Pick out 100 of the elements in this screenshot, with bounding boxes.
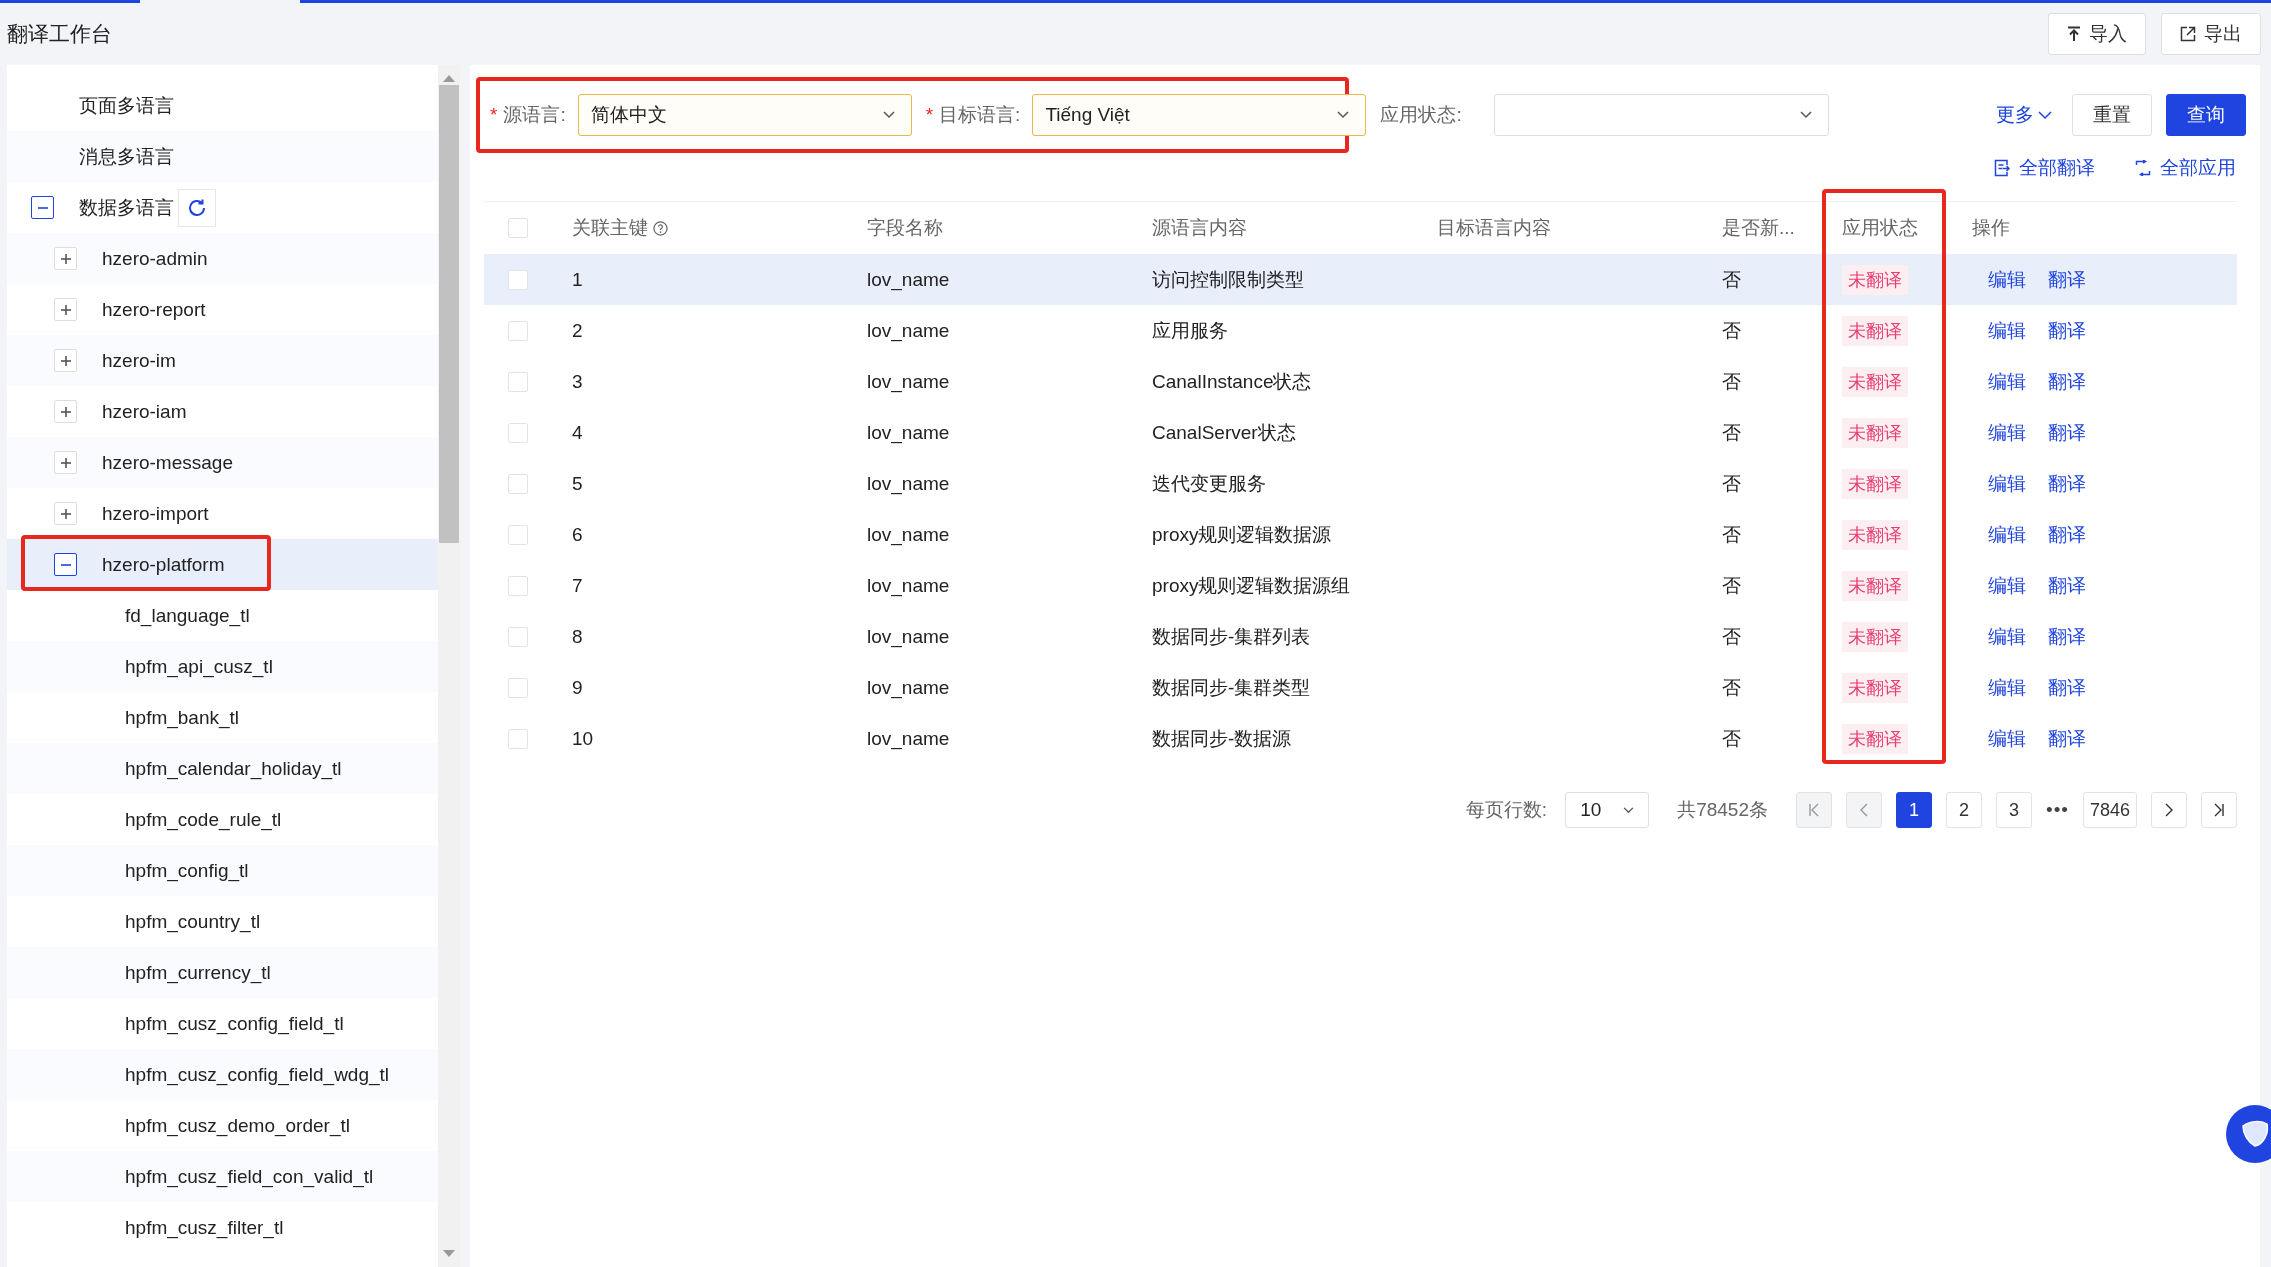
dropdown-field[interactable] (1493, 94, 1829, 136)
refresh-icon[interactable] (178, 188, 216, 227)
last-page-button[interactable] (2201, 792, 2237, 828)
tree-item[interactable]: hpfm_config_tl (7, 845, 438, 896)
required-mark: * (490, 104, 498, 126)
tree-item[interactable]: hpfm_currency_tl (7, 947, 438, 998)
row-action-link[interactable]: 翻译 (2048, 674, 2086, 701)
tree-item[interactable]: hpfm_country_tl (7, 896, 438, 947)
tree-item[interactable]: hzero-iam (7, 386, 438, 437)
tree-item[interactable]: hzero-report (7, 284, 438, 335)
row-action-link[interactable]: 翻译 (2048, 470, 2086, 497)
tree-item[interactable]: hpfm_cusz_config_field_tl (7, 998, 438, 1049)
tree-item[interactable]: 页面多语言 (7, 80, 438, 131)
table-row[interactable]: 1 lov_name 访问控制限制类型 否 未翻译 编辑 翻译 (484, 254, 2237, 305)
page-button[interactable]: 3 (1996, 792, 2032, 828)
collapse-icon[interactable] (31, 196, 54, 219)
row-checkbox[interactable] (508, 575, 528, 596)
row-checkbox[interactable] (508, 269, 528, 290)
table-cell: 9 (572, 676, 583, 699)
row-action-link[interactable]: 编辑 (1988, 266, 2026, 293)
row-action-link[interactable]: 编辑 (1988, 725, 2026, 752)
row-checkbox[interactable] (508, 422, 528, 443)
table-row[interactable]: 10 lov_name 数据同步-数据源 否 未翻译 编辑 翻译 (484, 713, 2237, 764)
export-button[interactable]: 导出 (2161, 13, 2261, 55)
table-row[interactable]: 8 lov_name 数据同步-集群列表 否 未翻译 编辑 翻译 (484, 611, 2237, 662)
row-action-link[interactable]: 编辑 (1988, 419, 2026, 446)
tree-item[interactable]: hpfm_bank_tl (7, 692, 438, 743)
row-checkbox[interactable] (508, 320, 528, 341)
table-row[interactable]: 2 lov_name 应用服务 否 未翻译 编辑 翻译 (484, 305, 2237, 356)
tree-item[interactable]: hzero-admin (7, 233, 438, 284)
page-button[interactable]: 7846 (2082, 792, 2137, 828)
table-row[interactable]: 6 lov_name proxy规则逻辑数据源 否 未翻译 编辑 翻译 (484, 509, 2237, 560)
table-row[interactable]: 5 lov_name 迭代变更服务 否 未翻译 编辑 翻译 (484, 458, 2237, 509)
query-button[interactable]: 查询 (2166, 94, 2246, 136)
table-row[interactable]: 4 lov_name CanalServer状态 否 未翻译 编辑 翻译 (484, 407, 2237, 458)
more-button[interactable]: 更多 (1990, 102, 2058, 128)
row-action-link[interactable]: 编辑 (1988, 623, 2026, 650)
tree-item[interactable]: hpfm_cusz_demo_order_tl (7, 1100, 438, 1151)
tree-item[interactable]: hpfm_calendar_holiday_tl (7, 743, 438, 794)
row-action-link[interactable]: 编辑 (1988, 368, 2026, 395)
row-action-link[interactable]: 编辑 (1988, 572, 2026, 599)
table-row[interactable]: 3 lov_name CanalInstance状态 否 未翻译 编辑 翻译 (484, 356, 2237, 407)
apply-all-button[interactable]: 全部应用 (2135, 155, 2236, 181)
tree-item[interactable]: 消息多语言 (7, 131, 438, 182)
row-action-link[interactable]: 翻译 (2048, 419, 2086, 446)
dropdown-field[interactable]: Tiếng Việt (1032, 94, 1367, 136)
page-ellipsis[interactable]: ••• (2046, 799, 2069, 821)
expand-icon[interactable] (54, 247, 77, 270)
tree-item[interactable]: hpfm_api_cusz_tl (7, 641, 438, 692)
dropdown-field[interactable]: 简体中文 (577, 94, 912, 136)
reset-button[interactable]: 重置 (2072, 94, 2152, 136)
tree-item[interactable]: hpfm_code_rule_tl (7, 794, 438, 845)
tree-item-label: hpfm_calendar_holiday_tl (125, 757, 342, 780)
tree-item[interactable]: hpfm_cusz_filter_tl (7, 1202, 438, 1253)
expand-icon[interactable] (54, 349, 77, 372)
translate-all-button[interactable]: 全部翻译 (1994, 155, 2095, 181)
row-action-link[interactable]: 翻译 (2048, 572, 2086, 599)
page-size-dropdown[interactable]: 10 (1565, 792, 1650, 828)
row-action-link[interactable]: 翻译 (2048, 368, 2086, 395)
assistant-icon[interactable] (2226, 1105, 2271, 1163)
row-checkbox[interactable] (508, 473, 528, 494)
tree-item[interactable]: hpfm_cusz_field_con_valid_tl (7, 1151, 438, 1202)
select-all-checkbox[interactable] (508, 218, 528, 238)
tree-item-label: hzero-admin (102, 247, 208, 270)
import-button[interactable]: 导入 (2048, 13, 2146, 55)
row-action-link[interactable]: 翻译 (2048, 317, 2086, 344)
table-cell-text: proxy规则逻辑数据源组 (1152, 573, 1351, 598)
row-action-link[interactable]: 编辑 (1988, 521, 2026, 548)
row-action-link[interactable]: 翻译 (2048, 725, 2086, 752)
column-header: 目标语言内容 (1437, 216, 1551, 240)
row-checkbox[interactable] (508, 524, 528, 545)
tree-item[interactable]: hpfm_cusz_config_field_wdg_tl (7, 1049, 438, 1100)
tree-item[interactable]: 数据多语言 (7, 182, 438, 233)
row-checkbox[interactable] (508, 677, 528, 698)
row-checkbox[interactable] (508, 371, 528, 392)
row-action-link[interactable]: 翻译 (2048, 266, 2086, 293)
row-action-link[interactable]: 编辑 (1988, 470, 2026, 497)
collapse-icon[interactable] (54, 553, 77, 576)
page-button[interactable]: 2 (1946, 792, 1982, 828)
page-button[interactable]: 1 (1896, 792, 1932, 828)
tree-item[interactable]: fd_language_tl (7, 590, 438, 641)
row-action-link[interactable]: 翻译 (2048, 521, 2086, 548)
table-row[interactable]: 9 lov_name 数据同步-集群类型 否 未翻译 编辑 翻译 (484, 662, 2237, 713)
row-checkbox[interactable] (508, 728, 528, 749)
row-checkbox[interactable] (508, 626, 528, 647)
table-cell: 3 (572, 370, 583, 393)
next-page-button[interactable] (2151, 792, 2187, 828)
row-action-link[interactable]: 编辑 (1988, 317, 2026, 344)
row-action-link[interactable]: 翻译 (2048, 623, 2086, 650)
expand-icon[interactable] (54, 451, 77, 474)
expand-icon[interactable] (54, 400, 77, 423)
expand-icon[interactable] (54, 502, 77, 525)
row-action-link[interactable]: 编辑 (1988, 674, 2026, 701)
table-row[interactable]: 7 lov_name proxy规则逻辑数据源组 否 未翻译 编辑 翻译 (484, 560, 2237, 611)
tree-item[interactable]: hzero-import (7, 488, 438, 539)
expand-icon[interactable] (54, 298, 77, 321)
tree-item[interactable]: hzero-im (7, 335, 438, 386)
scrollbar-thumb[interactable] (439, 85, 459, 543)
tree-item[interactable]: hzero-message (7, 437, 438, 488)
table-cell: 8 (572, 625, 583, 648)
